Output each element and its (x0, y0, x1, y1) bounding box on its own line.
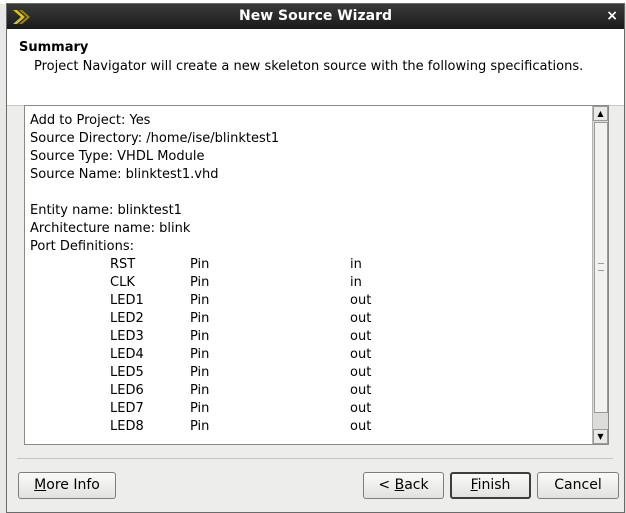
port-direction: out (350, 401, 372, 416)
page-title: Summary (19, 40, 89, 55)
port-type: Pin (190, 347, 210, 362)
port-name: LED2 (110, 311, 144, 326)
port-direction: out (350, 293, 372, 308)
scroll-down-arrow-icon[interactable]: ▼ (593, 429, 608, 444)
port-definitions-list: RST Pin in CLK Pin in LED1 Pin out LED2 Pin out LED3… (30, 256, 588, 436)
summary-line: Port Definitions: (30, 239, 135, 254)
port-row: RST Pin in (30, 256, 588, 274)
back-label: ack (404, 477, 429, 493)
port-row: LED5 Pin out (30, 364, 588, 382)
more-info-label: ore Info (46, 477, 100, 493)
back-mnemonic: B (394, 477, 405, 493)
summary-text-area[interactable]: Add to Project: Yes Source Directory: /h… (24, 105, 609, 445)
port-row: LED2 Pin out (30, 310, 588, 328)
cancel-button[interactable]: Cancel (537, 472, 619, 499)
port-type: Pin (190, 293, 210, 308)
scroll-up-arrow-icon[interactable]: ▲ (593, 106, 608, 121)
port-row: LED6 Pin out (30, 382, 588, 400)
port-type: Pin (190, 365, 210, 380)
port-name: LED4 (110, 347, 144, 362)
port-row: LED1 Pin out (30, 292, 588, 310)
port-name: LED6 (110, 383, 144, 398)
port-name: RST (110, 257, 136, 272)
more-info-button[interactable]: More Info (18, 472, 116, 499)
port-row: LED3 Pin out (30, 328, 588, 346)
wizard-header: Summary Project Navigator will create a … (7, 29, 624, 106)
port-type: Pin (190, 419, 210, 434)
page-description: Project Navigator will create a new skel… (34, 59, 584, 74)
port-direction: in (350, 257, 362, 272)
port-name: LED1 (110, 293, 144, 308)
summary-line: Add to Project: Yes (30, 113, 151, 128)
summary-content: Add to Project: Yes Source Directory: /h… (30, 112, 588, 436)
new-source-wizard-dialog: New Source Wizard × Summary Project Navi… (6, 3, 625, 513)
port-name: LED3 (110, 329, 144, 344)
port-direction: out (350, 329, 372, 344)
back-button[interactable]: < Back (363, 472, 444, 499)
port-direction: out (350, 365, 372, 380)
divider (17, 458, 613, 459)
port-name: LED8 (110, 419, 144, 434)
port-name: LED5 (110, 365, 144, 380)
scrollbar-thumb[interactable] (594, 122, 608, 413)
port-name: CLK (110, 275, 135, 290)
back-prefix: < (378, 477, 395, 493)
finish-button[interactable]: Finish (450, 472, 531, 499)
close-icon[interactable]: × (606, 8, 618, 24)
port-direction: out (350, 311, 372, 326)
port-row: LED4 Pin out (30, 346, 588, 364)
summary-line: Source Type: VHDL Module (30, 149, 205, 164)
vertical-scrollbar[interactable]: ▲ ▼ (592, 106, 608, 444)
port-type: Pin (190, 383, 210, 398)
port-direction: out (350, 347, 372, 362)
port-name: LED7 (110, 401, 144, 416)
port-direction: in (350, 275, 362, 290)
port-type: Pin (190, 311, 210, 326)
summary-line: Source Name: blinktest1.vhd (30, 167, 219, 182)
port-type: Pin (190, 257, 210, 272)
port-row: LED8 Pin out (30, 418, 588, 436)
summary-line: Source Directory: /home/ise/blinktest1 (30, 131, 280, 146)
port-type: Pin (190, 401, 210, 416)
more-info-mnemonic: M (34, 477, 47, 493)
port-type: Pin (190, 275, 210, 290)
window-title: New Source Wizard (238, 8, 393, 24)
finish-label: inish (477, 477, 511, 493)
finish-mnemonic: F (470, 477, 478, 493)
port-type: Pin (190, 329, 210, 344)
summary-line: Architecture name: blink (30, 221, 191, 236)
port-direction: out (350, 383, 372, 398)
scrollbar-grip-icon (598, 263, 604, 271)
title-bar[interactable]: New Source Wizard × (7, 4, 624, 29)
port-direction: out (350, 419, 372, 434)
port-row: CLK Pin in (30, 274, 588, 292)
port-row: LED7 Pin out (30, 400, 588, 418)
summary-line: Entity name: blinktest1 (30, 203, 182, 218)
